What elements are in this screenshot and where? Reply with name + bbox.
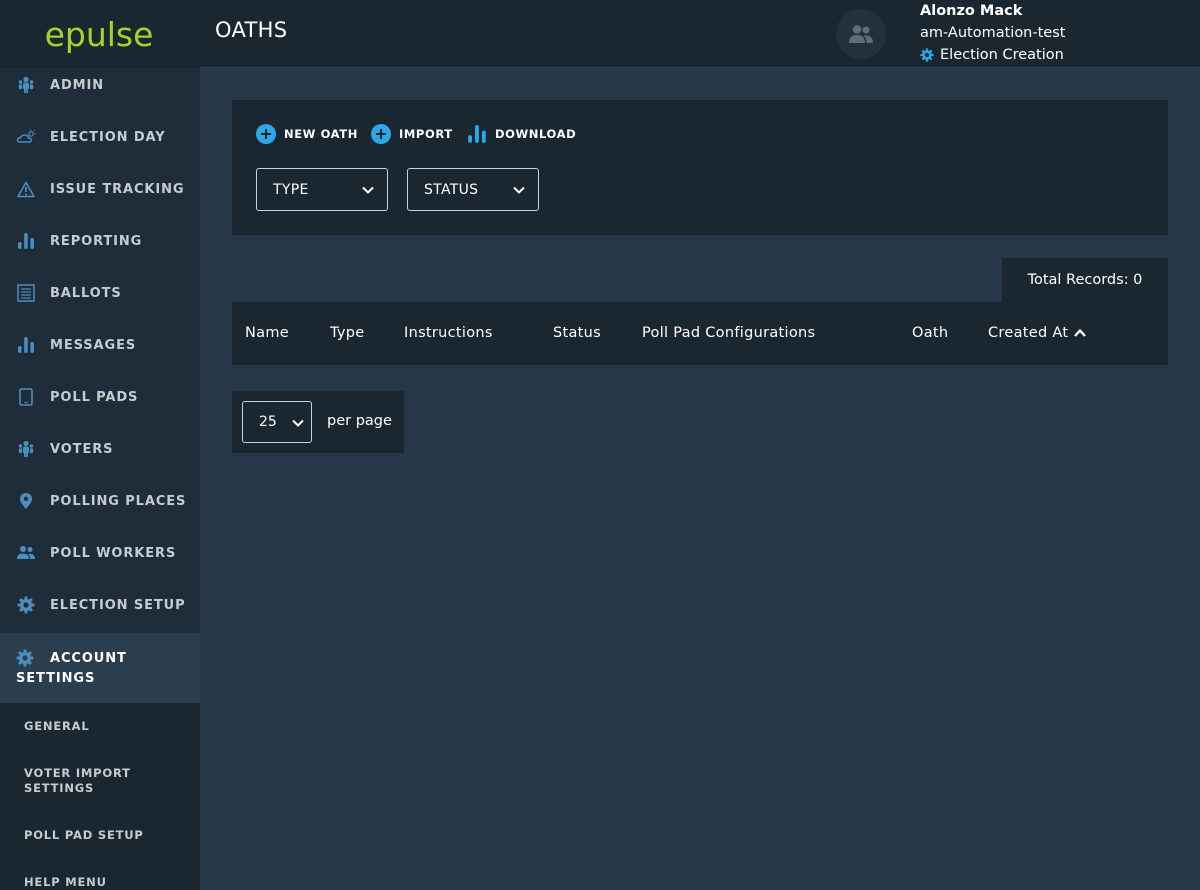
type-filter-select[interactable]: TYPE: [256, 168, 388, 211]
per-page-label: per page: [327, 413, 392, 429]
map-pin-icon: [16, 491, 36, 511]
sidebar-item-admin[interactable]: ADMIN: [0, 59, 200, 111]
sidebar-item-label: ELECTION DAY: [50, 129, 166, 145]
election-mode-link[interactable]: Election Creation: [920, 47, 1064, 63]
page-title: OATHS: [215, 18, 288, 42]
column-header-poll-pad-configurations[interactable]: Poll Pad Configurations: [642, 325, 815, 341]
sidebar-item-poll-workers[interactable]: POLL WORKERS: [0, 527, 200, 579]
ballot-icon: [16, 283, 36, 303]
status-filter-label: STATUS: [424, 181, 479, 198]
download-button[interactable]: DOWNLOAD: [467, 124, 576, 144]
table-header: Name Type Instructions Status Poll Pad C…: [232, 302, 1168, 365]
column-header-name[interactable]: Name: [245, 325, 289, 341]
avatar[interactable]: [836, 9, 886, 59]
chevron-down-icon: [513, 186, 525, 194]
gear-icon: [920, 48, 934, 62]
election-mode-label: Election Creation: [940, 47, 1064, 63]
sidebar-item-issue-tracking[interactable]: ISSUE TRACKING: [0, 163, 200, 215]
sidebar-item-label: POLLING PLACES: [50, 493, 187, 509]
user-group-icon: [849, 25, 873, 43]
sidebar-item-label: BALLOTS: [50, 285, 122, 301]
top-header: OATHS Alonzo Mack am-Automation-test Ele…: [200, 0, 1200, 68]
logo[interactable]: epulse: [0, 0, 200, 68]
chevron-down-icon: [292, 419, 304, 427]
total-records: Total Records: 0: [1002, 258, 1168, 302]
status-filter-select[interactable]: STATUS: [407, 168, 539, 211]
subnav-item-general[interactable]: GENERAL: [24, 719, 174, 734]
new-oath-button[interactable]: NEW OATH: [256, 124, 358, 144]
plus-circle-icon: [371, 124, 391, 144]
column-header-created-at-label: Created At: [988, 325, 1069, 341]
toolbar-panel: NEW OATH IMPORT DOWNLOAD TYPE STATUS: [232, 100, 1168, 235]
column-header-instructions[interactable]: Instructions: [404, 325, 493, 341]
chevron-down-icon: [362, 186, 374, 194]
sidebar: epulse ADMIN ELECTION DAY ISSUE TRACKING…: [0, 0, 200, 890]
download-label: DOWNLOAD: [495, 127, 577, 141]
sidebar-item-election-day[interactable]: ELECTION DAY: [0, 111, 200, 163]
sidebar-item-poll-pads[interactable]: POLL PADS: [0, 371, 200, 423]
sidebar-item-label: ISSUE TRACKING: [50, 181, 185, 197]
workers-icon: [16, 543, 36, 563]
sidebar-item-label: ACCOUNT: [50, 651, 127, 666]
sidebar-item-account-settings[interactable]: ACCOUNT SETTINGS: [0, 633, 200, 703]
sidebar-item-voters[interactable]: VOTERS: [0, 423, 200, 475]
subnav-item-voter-import-settings[interactable]: VOTER IMPORT SETTINGS: [24, 766, 174, 796]
sidebar-item-messages[interactable]: MESSAGES: [0, 319, 200, 371]
gear-icon: [16, 595, 36, 615]
cloud-sun-icon: [16, 127, 36, 147]
people-icon: [16, 75, 36, 95]
sidebar-item-ballots[interactable]: BALLOTS: [0, 267, 200, 319]
sidebar-item-polling-places[interactable]: POLLING PLACES: [0, 475, 200, 527]
import-label: IMPORT: [399, 127, 453, 141]
sidebar-item-label: REPORTING: [50, 233, 143, 249]
subnav-item-help-menu[interactable]: HELP MENU: [24, 875, 174, 890]
sidebar-item-label: POLL WORKERS: [50, 545, 177, 561]
column-header-type[interactable]: Type: [330, 325, 365, 341]
warning-icon: [16, 179, 36, 199]
bar-chart-icon: [467, 124, 487, 144]
bar-chart-icon: [16, 335, 36, 355]
plus-circle-icon: [256, 124, 276, 144]
user-org: am-Automation-test: [920, 25, 1066, 41]
gear-icon: [16, 649, 36, 669]
column-header-status[interactable]: Status: [553, 325, 601, 341]
bar-chart-icon: [16, 231, 36, 251]
type-filter-label: TYPE: [273, 181, 309, 198]
sidebar-item-label: POLL PADS: [50, 389, 139, 405]
tablet-icon: [16, 387, 36, 407]
sidebar-item-election-setup[interactable]: ELECTION SETUP: [0, 579, 200, 631]
sidebar-item-label: VOTERS: [50, 441, 114, 457]
column-header-oath[interactable]: Oath: [912, 325, 948, 341]
column-header-created-at[interactable]: Created At: [988, 325, 1087, 341]
per-page-value: 25: [259, 414, 277, 430]
people-icon: [16, 439, 36, 459]
sidebar-item-label: ADMIN: [50, 77, 105, 93]
sidebar-item-label: ELECTION SETUP: [50, 597, 186, 613]
account-settings-submenu: GENERAL VOTER IMPORT SETTINGS POLL PAD S…: [0, 703, 200, 890]
pagination: 25 per page: [232, 391, 404, 453]
per-page-select[interactable]: 25: [242, 401, 312, 443]
user-name: Alonzo Mack: [920, 3, 1023, 19]
sidebar-item-label: MESSAGES: [50, 337, 137, 353]
import-button[interactable]: IMPORT: [371, 124, 453, 144]
sidebar-item-reporting[interactable]: REPORTING: [0, 215, 200, 267]
logo-text: epulse: [44, 14, 154, 54]
new-oath-label: NEW OATH: [284, 127, 358, 141]
chevron-up-icon: [1074, 328, 1087, 337]
subnav-item-poll-pad-setup[interactable]: POLL PAD SETUP: [24, 828, 174, 843]
sidebar-item-label-line2: SETTINGS: [16, 671, 96, 686]
